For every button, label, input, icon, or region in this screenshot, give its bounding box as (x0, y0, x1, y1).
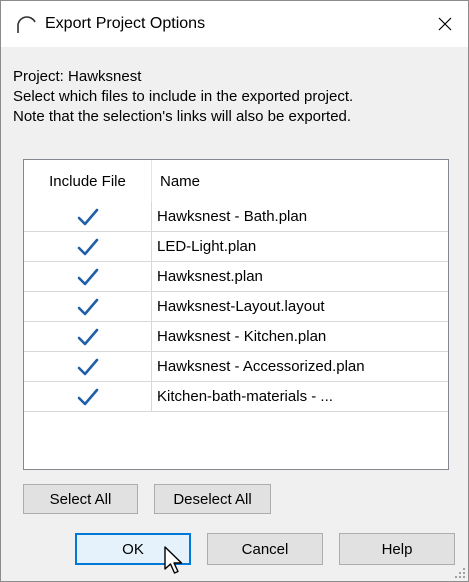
file-name: Hawksnest - Bath.plan (157, 208, 308, 225)
include-checkbox[interactable] (24, 382, 152, 411)
checkmark-icon (77, 268, 98, 285)
file-name: Kitchen-bath-materials - ... (157, 388, 333, 405)
close-button[interactable] (422, 1, 468, 47)
export-project-options-dialog: Export Project Options Project: Hawksnes… (0, 0, 469, 582)
checkmark-icon (77, 208, 98, 225)
include-checkbox[interactable] (24, 232, 152, 261)
column-header-name[interactable]: Name (152, 160, 448, 202)
table-row[interactable]: Kitchen-bath-materials - ... (24, 382, 448, 412)
checkmark-icon (77, 238, 98, 255)
include-checkbox[interactable] (24, 352, 152, 381)
table-row[interactable]: Hawksnest.plan (24, 262, 448, 292)
help-button[interactable]: Help (339, 533, 455, 565)
file-name: Hawksnest - Kitchen.plan (157, 328, 327, 345)
instruction-text: Select which files to include in the exp… (13, 88, 354, 105)
file-name: Hawksnest-Layout.layout (157, 298, 325, 315)
checkmark-icon (77, 298, 98, 315)
project-info: Project: Hawksnest Select which files to… (13, 67, 463, 127)
file-name: LED-Light.plan (157, 238, 257, 255)
close-icon (438, 17, 452, 31)
select-all-button[interactable]: Select All (23, 484, 138, 514)
list-header: Include File Name (24, 160, 448, 202)
table-row[interactable]: Hawksnest - Kitchen.plan (24, 322, 448, 352)
deselect-all-button[interactable]: Deselect All (154, 484, 271, 514)
include-checkbox[interactable] (24, 292, 152, 321)
ok-button[interactable]: OK (75, 533, 191, 565)
file-rows: Hawksnest - Bath.plan LED-Light.plan Hawks… (24, 202, 448, 412)
include-checkbox[interactable] (24, 262, 152, 291)
file-list[interactable]: Include File Name Hawksnest - Bath.plan L… (23, 159, 449, 470)
table-row[interactable]: Hawksnest - Accessorized.plan (24, 352, 448, 382)
include-checkbox[interactable] (24, 202, 152, 231)
resize-grip-icon[interactable] (454, 567, 466, 579)
file-name: Hawksnest - Accessorized.plan (157, 358, 365, 375)
table-row[interactable]: LED-Light.plan (24, 232, 448, 262)
checkmark-icon (77, 358, 98, 375)
links-note-text: Note that the selection's links will als… (13, 108, 352, 125)
checkmark-icon (77, 328, 98, 345)
title-bar[interactable]: Export Project Options (1, 1, 468, 47)
cancel-button[interactable]: Cancel (207, 533, 323, 565)
table-row[interactable]: Hawksnest-Layout.layout (24, 292, 448, 322)
dialog-title: Export Project Options (45, 15, 206, 32)
file-name: Hawksnest.plan (157, 268, 263, 285)
checkmark-icon (77, 388, 98, 405)
column-header-include-file[interactable]: Include File (24, 160, 152, 202)
arch-app-icon (17, 16, 36, 33)
table-row[interactable]: Hawksnest - Bath.plan (24, 202, 448, 232)
project-name-label: Project: Hawksnest (13, 68, 142, 85)
include-checkbox[interactable] (24, 322, 152, 351)
